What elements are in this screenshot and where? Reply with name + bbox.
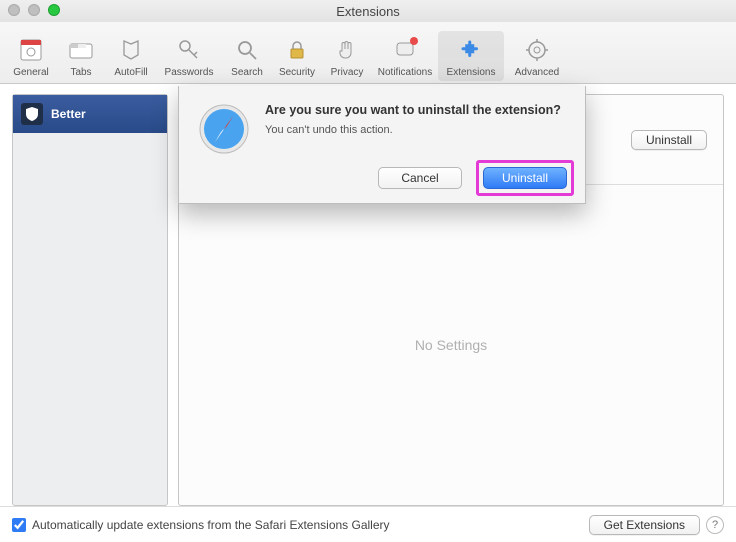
bell-icon [390,35,420,65]
preferences-toolbar: General Tabs AutoFill Passwords Search S… [0,22,736,84]
cancel-button[interactable]: Cancel [378,167,462,189]
shield-icon [21,103,43,125]
tab-tabs[interactable]: Tabs [56,31,106,81]
key-icon [174,35,204,65]
lock-icon [282,35,312,65]
confirm-uninstall-button[interactable]: Uninstall [483,167,567,189]
help-button[interactable]: ? [706,516,724,534]
close-window-button[interactable] [8,4,20,16]
tab-privacy[interactable]: Privacy [322,31,372,81]
sidebar-item-label: Better [51,107,86,121]
zoom-window-button[interactable] [48,4,60,16]
no-settings-label: No Settings [179,185,723,505]
auto-update-checkbox[interactable] [12,518,26,532]
general-icon [16,35,46,65]
footer: Automatically update extensions from the… [0,506,736,542]
tab-passwords[interactable]: Passwords [156,31,222,81]
tab-label: Search [231,67,263,78]
tab-label: General [13,67,49,78]
dialog-subtext: You can't undo this action. [265,124,567,136]
tabs-icon [66,35,96,65]
confirm-uninstall-dialog: Are you sure you want to uninstall the e… [178,86,586,204]
safari-icon [197,102,251,189]
tab-notifications[interactable]: Notifications [372,31,438,81]
sidebar-item-better[interactable]: Better [13,95,167,133]
minimize-window-button[interactable] [28,4,40,16]
tab-extensions[interactable]: Extensions [438,31,504,81]
tab-autofill[interactable]: AutoFill [106,31,156,81]
hand-icon [332,35,362,65]
get-extensions-button[interactable]: Get Extensions [589,515,700,535]
tab-label: Notifications [378,67,432,78]
highlight-box: Uninstall [476,160,574,196]
uninstall-button[interactable]: Uninstall [631,130,707,150]
tab-advanced[interactable]: Advanced [504,31,570,81]
tab-label: Passwords [165,67,214,78]
tab-security[interactable]: Security [272,31,322,81]
window-title: Extensions [336,4,400,19]
tab-search[interactable]: Search [222,31,272,81]
extensions-sidebar: Better [12,94,168,506]
puzzle-icon [456,35,486,65]
search-icon [232,35,262,65]
dialog-heading: Are you sure you want to uninstall the e… [265,102,567,118]
tab-label: Tabs [70,67,91,78]
tab-label: Privacy [331,67,364,78]
tab-general[interactable]: General [6,31,56,81]
titlebar: Extensions [0,0,736,22]
gear-icon [522,35,552,65]
tab-label: Advanced [515,67,559,78]
auto-update-label: Automatically update extensions from the… [32,518,390,532]
autofill-icon [116,35,146,65]
window-controls [8,4,60,16]
tab-label: AutoFill [114,67,147,78]
tab-label: Security [279,67,315,78]
tab-label: Extensions [447,67,496,78]
